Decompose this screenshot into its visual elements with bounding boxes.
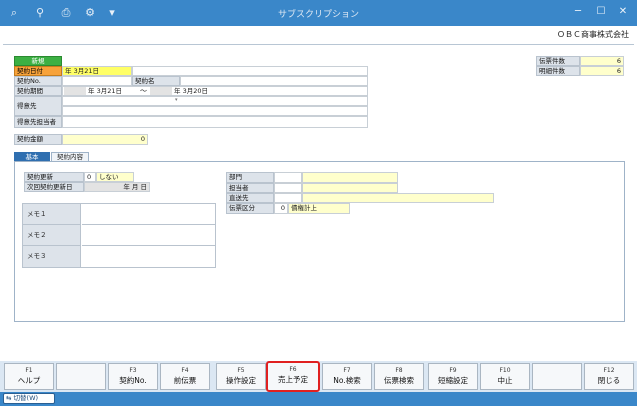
customer-person-field[interactable] xyxy=(62,116,368,128)
f3-button[interactable]: F3 契約No. xyxy=(108,363,158,390)
staff-name xyxy=(302,183,398,193)
next-renewal-label: 次回契約更新日 xyxy=(24,182,84,192)
memo1-label: メモ１ xyxy=(23,204,81,225)
period-separator: ～ xyxy=(140,87,147,95)
window-title: サブスクリプション xyxy=(277,10,359,20)
f11-button[interactable] xyxy=(532,363,582,390)
period-to-year[interactable] xyxy=(150,87,172,95)
contract-period-label: 契約期間 xyxy=(14,86,62,96)
customer-dropdown-icon[interactable]: ▾ xyxy=(175,97,178,103)
customer-person-label: 得意先担当者 xyxy=(14,116,62,128)
renewal-label: 契約更新 xyxy=(24,172,84,182)
contract-no-field[interactable] xyxy=(62,76,132,86)
slip-type-code-field[interactable]: 0 xyxy=(274,203,288,214)
slip-count-value: 6 xyxy=(580,56,624,66)
title-bar: ⌕ ⚲ ⎙ ⚙ ▾ サブスクリプション ─ ☐ ✕ xyxy=(0,0,637,26)
f4-button[interactable]: F4 前伝票 xyxy=(160,363,210,390)
header-divider xyxy=(3,44,634,45)
f5-button[interactable]: F5 操作設定 xyxy=(216,363,266,390)
slip-type-label: 伝票区分 xyxy=(226,203,274,214)
contract-name-label: 契約名 xyxy=(132,76,180,86)
company-name: ＯＢＣ商事株式会社 xyxy=(557,30,629,39)
amount-field: 0 xyxy=(62,134,148,145)
f2-button[interactable] xyxy=(56,363,106,390)
switch-button[interactable]: ⇆ 切替(W) xyxy=(3,393,55,404)
switch-label: 切替(W) xyxy=(13,394,39,402)
f9-button[interactable]: F9 短縮設定 xyxy=(428,363,478,390)
period-from-year[interactable] xyxy=(64,87,86,95)
customer-code-field[interactable] xyxy=(62,96,368,106)
customer-label: 得意先 xyxy=(14,96,62,116)
dept-name xyxy=(302,172,398,183)
memo2-label: メモ２ xyxy=(23,225,81,246)
contract-no-label: 契約No. xyxy=(14,76,62,86)
ship-label: 直送先 xyxy=(226,193,274,203)
f6-button[interactable]: F6 売上予定 xyxy=(266,361,320,392)
close-icon[interactable]: ✕ xyxy=(614,4,632,20)
dept-code-field[interactable] xyxy=(274,172,302,183)
memo1-field[interactable] xyxy=(82,204,215,225)
f7-button[interactable]: F7 No.検索 xyxy=(322,363,372,390)
dept-label: 部門 xyxy=(226,172,274,183)
f8-button[interactable]: F8 伝票検索 xyxy=(374,363,424,390)
contract-date-label: 契約日付 xyxy=(14,66,62,76)
renewal-code-field[interactable]: 0 xyxy=(84,172,96,182)
f12-button[interactable]: F12 閉じる xyxy=(584,363,634,390)
maximize-icon[interactable]: ☐ xyxy=(592,4,610,20)
memo3-label: メモ３ xyxy=(23,246,81,267)
slip-count-label: 伝票件数 xyxy=(536,56,580,66)
renewal-value: しない xyxy=(96,172,134,182)
detail-count-label: 明細件数 xyxy=(536,66,580,76)
next-renewal-field[interactable]: 年 月 日 xyxy=(84,182,150,192)
period-from-field[interactable]: 年 3月21日 xyxy=(88,87,122,95)
switch-icon: ⇆ xyxy=(6,394,12,402)
memo2-field[interactable] xyxy=(82,225,215,246)
staff-code-field[interactable] xyxy=(274,183,302,193)
ship-name xyxy=(302,193,494,203)
memo3-field[interactable] xyxy=(82,246,215,267)
amount-label: 契約金額 xyxy=(14,134,62,145)
customer-name-field[interactable] xyxy=(62,106,368,116)
f10-button[interactable]: F10 中止 xyxy=(480,363,530,390)
contract-name-field[interactable] xyxy=(180,76,368,86)
status-badge: 新規 xyxy=(14,56,62,66)
staff-label: 担当者 xyxy=(226,183,274,193)
status-bar: ⇆ 切替(W) xyxy=(0,392,637,406)
minimize-icon[interactable]: ─ xyxy=(569,4,587,20)
detail-count-value: 6 xyxy=(580,66,624,76)
contract-date-field[interactable]: 年 3月21日 xyxy=(62,66,132,76)
slip-type-value: 債権計上 xyxy=(288,203,350,214)
period-to-field[interactable]: 年 3月20日 xyxy=(174,87,208,95)
contract-date-spacer xyxy=(132,66,368,76)
f1-button[interactable]: F1 ヘルプ xyxy=(4,363,54,390)
ship-code-field[interactable] xyxy=(274,193,302,203)
